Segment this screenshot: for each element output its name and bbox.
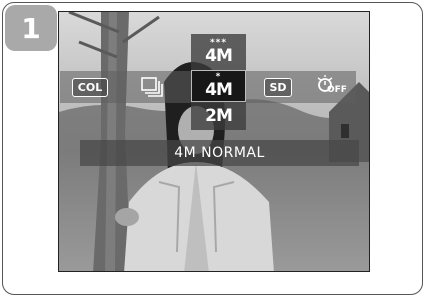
resolution-label: 4M bbox=[205, 80, 233, 100]
status-text: 4M NORMAL bbox=[174, 145, 265, 161]
resolution-option-normal-selected[interactable]: * 4M bbox=[191, 70, 246, 102]
resolution-label: 2M bbox=[205, 106, 233, 126]
step-number-badge: 1 bbox=[5, 5, 57, 51]
color-mode-icon: COL bbox=[71, 77, 109, 97]
color-mode-button[interactable]: COL bbox=[68, 73, 112, 101]
drive-mode-icon bbox=[141, 77, 163, 97]
drive-mode-button[interactable] bbox=[130, 73, 174, 101]
self-timer-button[interactable]: OFF bbox=[308, 73, 352, 101]
resolution-label: 4M bbox=[205, 46, 233, 66]
sd-card-icon: SD bbox=[264, 77, 292, 97]
resolution-option-2m[interactable]: 2M bbox=[191, 102, 246, 130]
step-number: 1 bbox=[21, 11, 41, 45]
resolution-option-fine[interactable]: *** 4M bbox=[191, 34, 246, 70]
self-timer-off-label: OFF bbox=[327, 85, 347, 95]
self-timer-off-icon: OFF bbox=[313, 74, 347, 100]
status-bar: 4M NORMAL bbox=[80, 140, 359, 166]
sd-card-button[interactable]: SD bbox=[256, 73, 300, 101]
resolution-options-column: *** 4M * 4M 2M bbox=[191, 34, 246, 130]
